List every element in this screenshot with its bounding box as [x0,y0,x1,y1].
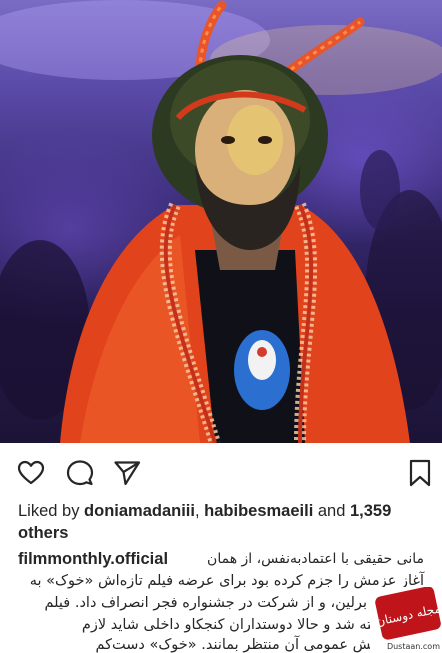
watermark-logo-icon: مجله دوستان [375,587,442,640]
caption-username[interactable]: filmmonthly.official [18,548,168,570]
liker-link-1[interactable]: doniamadaniii [84,502,195,520]
likes-separator: , [194,502,205,520]
caption-line-2: آغاز عزمش را جزم کرده بود برای عرضه فیلم… [29,573,424,589]
likes-prefix: Liked by [18,502,85,520]
site-watermark: مجله دوستان Dustaan.com [370,587,442,653]
caption-line-3: جشنواره برلین، و از شرکت در جشنواره فجر … [44,595,424,611]
likes-and: and [313,502,350,520]
watermark-url: Dustaan.com [386,642,440,651]
post-photo[interactable] [0,0,442,443]
likes-count[interactable]: 1,359 [350,502,391,520]
liker-link-2[interactable]: habibesmaeili [204,502,313,520]
likes-others-link[interactable]: others [18,524,68,542]
likes-summary: Liked by doniamadaniii, habibesmaeili an… [18,500,428,544]
heart-icon[interactable] [17,459,45,487]
post-action-bar [0,443,442,499]
post-photo-illustration [0,0,442,443]
bookmark-icon[interactable] [409,459,431,487]
comment-icon[interactable] [66,459,94,487]
caption-line-1: مانی حقیقی با اعتمادبه‌نفس، از همان [207,551,424,567]
send-icon[interactable] [113,459,141,487]
